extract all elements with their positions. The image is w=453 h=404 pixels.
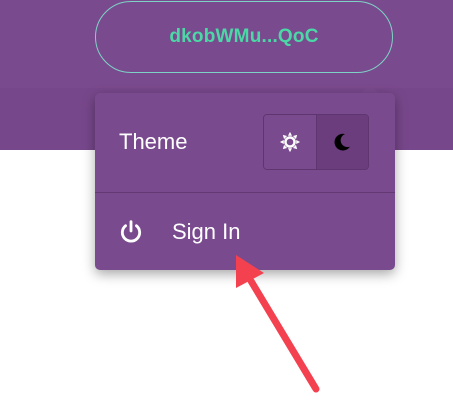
moon-icon — [334, 133, 351, 151]
wallet-address-label: dkobWMu...QoC — [169, 26, 319, 47]
light-theme-button[interactable] — [264, 115, 317, 169]
theme-toggle — [263, 114, 369, 170]
sun-icon — [279, 131, 300, 153]
theme-row: Theme — [95, 93, 395, 192]
wallet-address-button[interactable]: dkobWMu...QoC — [95, 1, 393, 73]
dark-theme-button[interactable] — [316, 115, 368, 169]
account-dropdown-menu: Theme Sign In — [95, 93, 395, 270]
sign-in-menu-item[interactable]: Sign In — [95, 193, 395, 270]
power-icon — [120, 220, 142, 243]
dropdown-caret — [362, 84, 378, 93]
theme-label: Theme — [119, 129, 188, 154]
sign-in-label: Sign In — [172, 219, 241, 244]
